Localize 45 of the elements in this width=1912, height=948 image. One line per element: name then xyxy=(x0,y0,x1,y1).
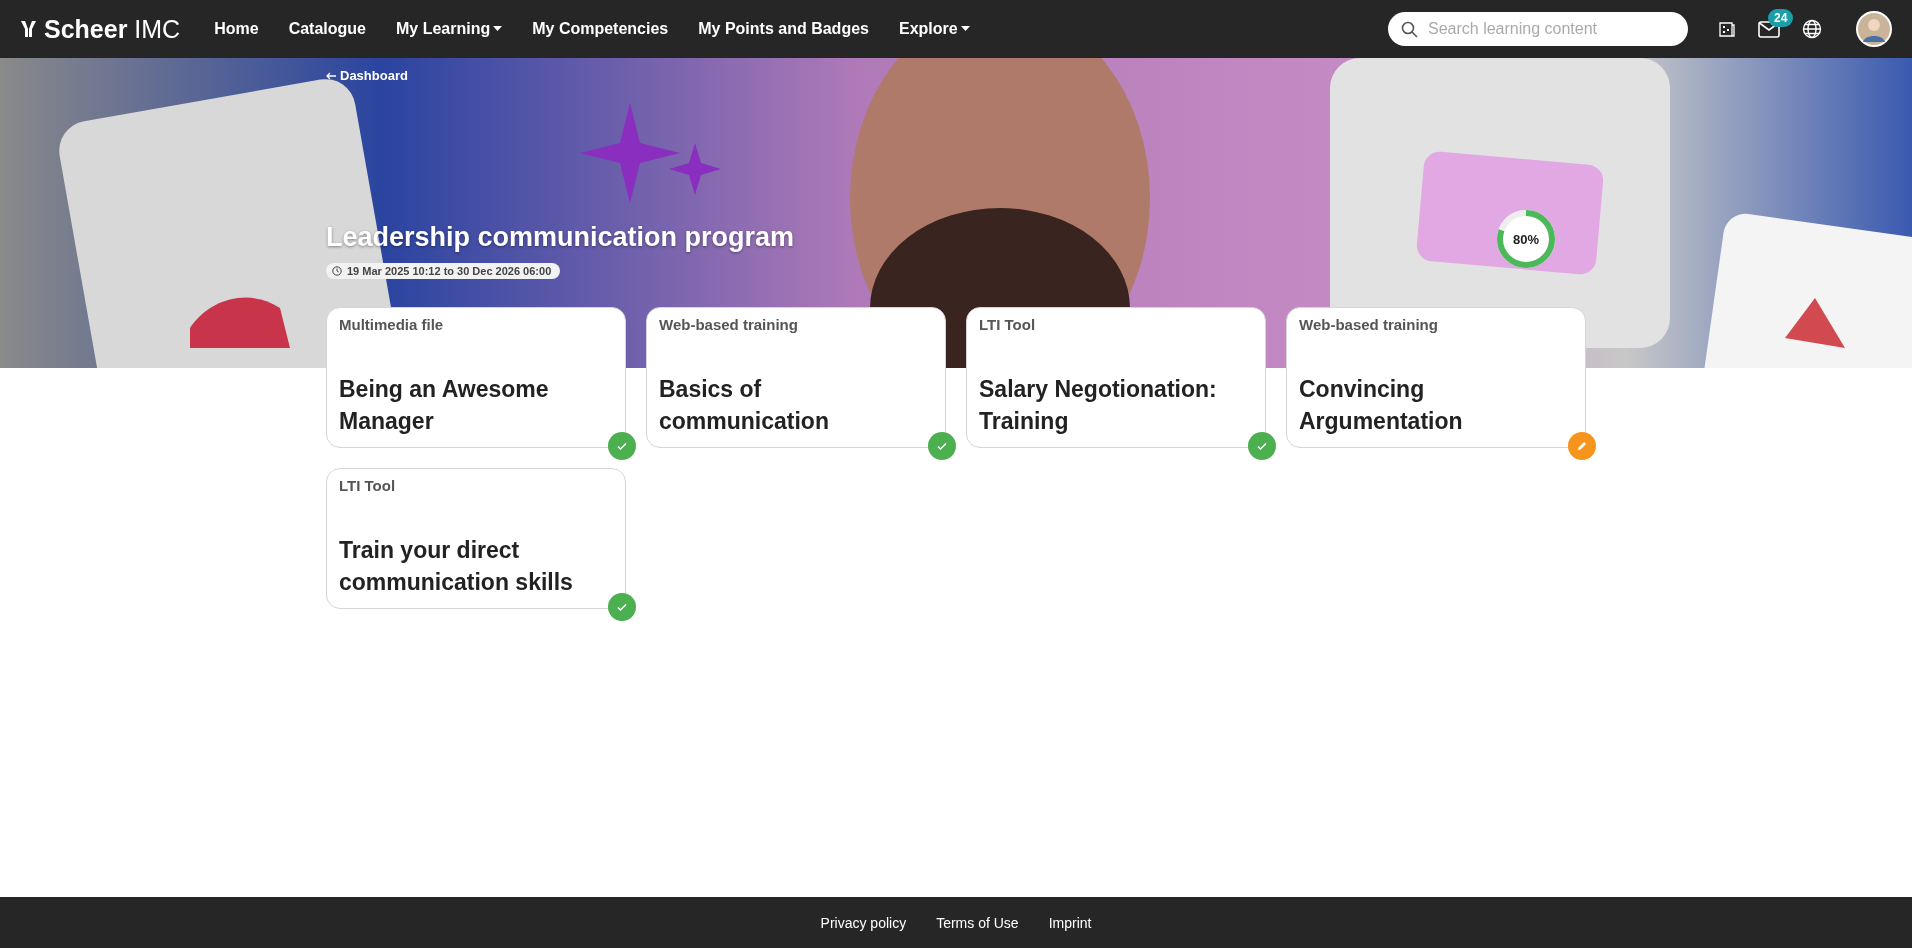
date-text: 19 Mar 2025 10:12 to 30 Dec 2026 06:00 xyxy=(347,265,552,277)
course-title: Basics of communication xyxy=(659,374,830,436)
check-icon xyxy=(936,440,948,452)
progress-ring xyxy=(1496,209,1556,269)
course-card[interactable]: Multimedia file Being an Awesome Manager xyxy=(326,307,626,448)
arrow-left-icon xyxy=(326,71,336,80)
nav-link[interactable]: Catalogue xyxy=(288,20,366,38)
logo-icon xyxy=(20,20,38,38)
course-card[interactable]: LTI Tool Train your direct communication skills xyxy=(326,468,626,609)
course-card[interactable]: LTI Tool Salary Negotionation: Training xyxy=(966,307,1266,448)
footer-link[interactable]: Imprint xyxy=(1048,914,1092,931)
course-type: Web-based training xyxy=(1299,316,1439,333)
footer-link[interactable]: Privacy policy xyxy=(820,914,907,931)
back-link[interactable]: Dashboard xyxy=(340,68,408,83)
caret-icon xyxy=(960,26,970,32)
nav-link[interactable]: My Points and Badges xyxy=(698,20,869,38)
check-icon xyxy=(616,601,628,613)
nav-link[interactable]: Home xyxy=(214,20,259,38)
progress-percent: 80% xyxy=(1513,231,1539,247)
pencil-icon xyxy=(1576,440,1588,452)
caret-icon xyxy=(493,26,503,32)
brand-name: Scheer IMC xyxy=(44,14,181,44)
search-icon xyxy=(1401,21,1418,38)
course-title: Train your direct communication skills xyxy=(339,535,574,597)
check-icon xyxy=(1256,440,1268,452)
nav-link[interactable]: My Competencies xyxy=(532,20,669,38)
map-icon[interactable] xyxy=(1718,20,1736,38)
globe-icon[interactable] xyxy=(1802,19,1822,39)
avatar[interactable] xyxy=(1856,11,1892,47)
course-title: Convincing Argumentation xyxy=(1299,374,1464,436)
course-card[interactable]: Web-based training Basics of communication xyxy=(646,307,946,448)
course-type: Multimedia file xyxy=(339,316,445,333)
clock-icon xyxy=(332,266,342,276)
course-title: Salary Negotionation: Training xyxy=(979,374,1218,436)
search-field[interactable]: Search learning content xyxy=(1388,12,1688,46)
course-card[interactable]: Web-based training Convincing Argumentation xyxy=(1286,307,1586,448)
course-type: LTI Tool xyxy=(979,316,1037,333)
course-type: LTI Tool xyxy=(339,477,397,494)
nav-link[interactable]: Explore xyxy=(898,20,970,38)
course-type: Web-based training xyxy=(659,316,799,333)
nav-link[interactable]: My Learning xyxy=(395,20,503,38)
notification-count: 24 xyxy=(1768,8,1794,27)
course-title: Being an Awesome Manager xyxy=(339,374,550,436)
footer-link[interactable]: Terms of Use xyxy=(936,914,1019,931)
check-icon xyxy=(616,440,628,452)
